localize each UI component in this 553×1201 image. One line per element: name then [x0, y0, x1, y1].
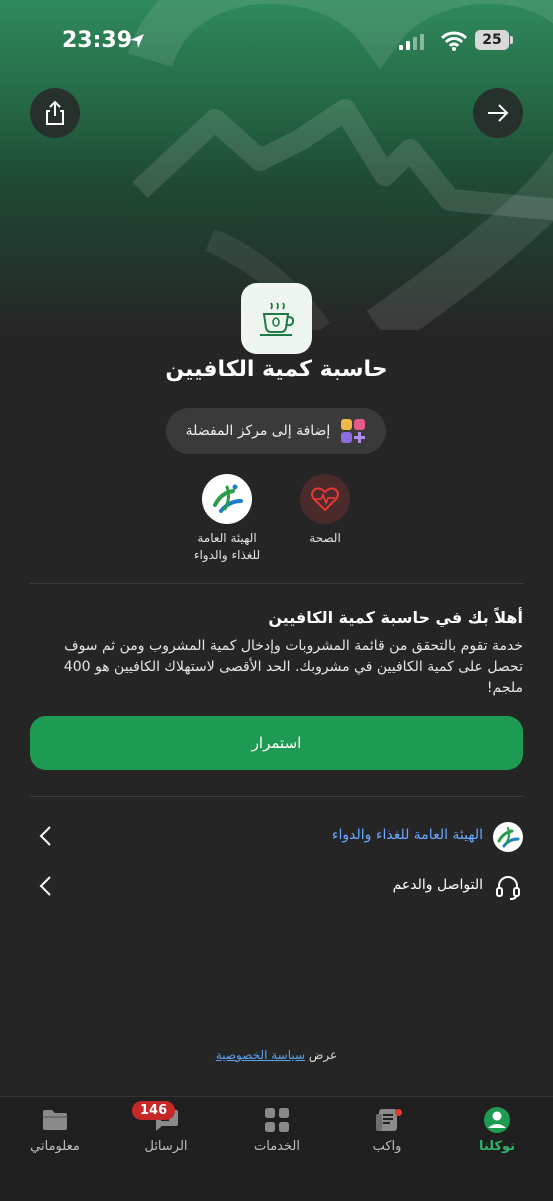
tab-tawakkalna[interactable]: توكلنا: [447, 1105, 547, 1154]
battery-indicator: 25: [475, 30, 509, 50]
tab-services-label: الخدمات: [254, 1139, 300, 1154]
battery-tip: [510, 36, 513, 44]
tag-health[interactable]: الصحة: [280, 474, 370, 547]
tag-health-label: الصحة: [309, 531, 341, 545]
cellular-signal-icon: [399, 34, 424, 50]
link-support-label: التواصل والدعم: [392, 877, 483, 893]
battery-level: 25: [482, 32, 502, 48]
privacy-prefix: عرض: [308, 1048, 338, 1062]
privacy-policy-link[interactable]: سياسة الخصوصية: [216, 1048, 305, 1062]
headset-icon-wrap: [493, 872, 523, 902]
wifi-icon: [441, 31, 467, 51]
tab-my-info[interactable]: معلوماتي: [5, 1105, 105, 1154]
divider: [30, 796, 523, 797]
link-row-sfda[interactable]: الهيئة العامة للغذاء والدواء: [30, 817, 523, 857]
tag-health-badge: [300, 474, 350, 524]
page-title: حاسبة كمية الكافيين: [165, 357, 388, 382]
chevron-left-icon: [39, 876, 51, 896]
status-time: 23:39: [62, 28, 133, 53]
service-description: خدمة تقوم بالتحقق من قائمة المشروبات وإد…: [63, 638, 523, 696]
location-arrow-icon: [130, 34, 144, 48]
tab-wakib[interactable]: واكب: [337, 1105, 437, 1154]
caffeine-app-icon: [241, 283, 312, 354]
sfda-logo-icon: [493, 822, 523, 852]
tab-my-info-label: معلوماتي: [30, 1139, 80, 1154]
add-to-favorites-label: إضافة إلى مركز المفضلة: [185, 423, 331, 439]
tab-services[interactable]: الخدمات: [227, 1105, 327, 1154]
grid-icon: [227, 1105, 327, 1135]
tag-sfda[interactable]: الهيئة العامة للغذاء والدواء: [182, 474, 272, 564]
tab-wakib-label: واكب: [372, 1139, 402, 1154]
favorites-grid-icon: [341, 419, 366, 443]
arrow-right-icon: [488, 104, 509, 122]
chevron-left-icon: [39, 826, 51, 846]
tab-messages[interactable]: 146 الرسائل: [116, 1101, 216, 1154]
back-button[interactable]: [473, 88, 523, 138]
sfda-logo-small: [493, 822, 523, 852]
headset-icon: [496, 876, 520, 900]
tab-messages-label: الرسائل: [144, 1139, 188, 1154]
heart-pulse-icon: [311, 487, 339, 512]
tab-bar: توكلنا واكب الخدمات 146 الرسائل معلوماتي: [0, 1096, 553, 1201]
folder-icon: [5, 1105, 105, 1135]
coffee-cup-icon: [259, 302, 294, 336]
link-sfda-label: الهيئة العامة للغذاء والدواء: [331, 827, 483, 843]
continue-label: استمرار: [251, 734, 302, 752]
continue-button[interactable]: استمرار: [30, 716, 523, 770]
messages-badge: 146: [132, 1101, 176, 1120]
sfda-logo-icon: [213, 484, 243, 513]
tag-sfda-label: الهيئة العامة للغذاء والدواء: [193, 531, 261, 562]
status-bar: 23:39 25: [0, 24, 553, 60]
share-button[interactable]: [30, 88, 80, 138]
welcome-title: أهلاً بك في حاسبة كمية الكافيين: [268, 608, 523, 627]
news-icon: [337, 1105, 437, 1135]
tawakkalna-logo-icon: [447, 1105, 547, 1135]
notification-dot: [395, 1109, 402, 1116]
privacy-line: عرض سياسة الخصوصية: [0, 1048, 553, 1062]
share-icon: [46, 100, 64, 125]
tab-tawakkalna-label: توكلنا: [478, 1139, 516, 1154]
tag-sfda-badge: [202, 474, 252, 524]
add-to-favorites-button[interactable]: إضافة إلى مركز المفضلة: [166, 408, 386, 454]
divider: [30, 583, 523, 584]
link-row-support[interactable]: التواصل والدعم: [30, 867, 523, 907]
